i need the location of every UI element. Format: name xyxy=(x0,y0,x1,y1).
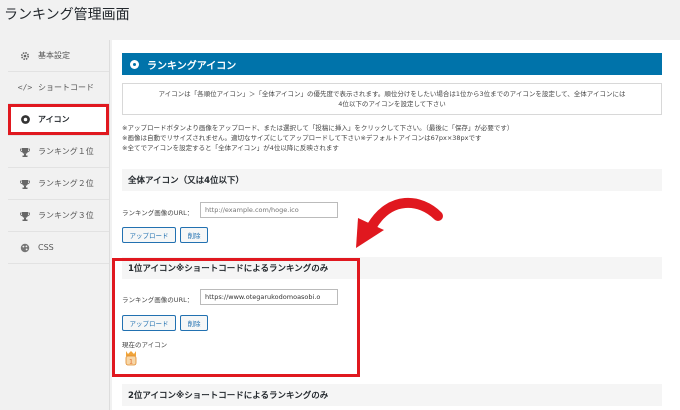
section-header: ランキングアイコン xyxy=(122,53,662,75)
note-line: ※アップロードボタンより画像をアップロード、または選択して「投稿に挿入」をクリッ… xyxy=(122,124,514,132)
sidebar-item-icon[interactable]: アイコン xyxy=(8,104,109,136)
gear-icon xyxy=(18,51,32,61)
annotation-arrow-icon xyxy=(356,198,443,248)
note-line: ※全てでアイコンを設定すると「全体アイコン」が4位以降に反映されます xyxy=(122,144,339,153)
url-label: ランキング画像のURL： xyxy=(122,209,194,217)
eye-icon xyxy=(130,59,139,69)
current-icon-label: 現在のアイコン xyxy=(122,341,168,349)
sidebar-item-label: ランキング１位 xyxy=(38,147,94,156)
upload-button[interactable]: アップロード xyxy=(122,227,176,243)
section-title-overall: 全体アイコン（又は4位以下） xyxy=(122,169,662,191)
notes: ※アップロードボタンより画像をアップロード、または選択して「投稿に挿入」をクリッ… xyxy=(122,123,513,153)
sidebar: 基本設定 </> ショートコード アイコン ランキング１位 ランキング２位 ラン… xyxy=(8,40,110,410)
trophy-icon xyxy=(18,147,32,157)
section-title-rank1: 1位アイコン※ショートコードによるランキングのみ xyxy=(122,257,662,279)
eye-icon xyxy=(18,114,32,125)
sidebar-item-label: ランキング３位 xyxy=(38,211,94,220)
trophy-icon xyxy=(18,179,32,189)
section-title-rank2: 2位アイコン※ショートコードによるランキングのみ xyxy=(122,384,662,406)
rank1-url-input[interactable] xyxy=(200,289,338,305)
delete-button[interactable]: 削除 xyxy=(180,227,208,243)
sidebar-item-label: アイコン xyxy=(38,115,70,124)
section-header-title: ランキングアイコン xyxy=(147,60,237,72)
sidebar-item-shortcode[interactable]: </> ショートコード xyxy=(8,72,109,104)
sidebar-item-ranking-1[interactable]: ランキング１位 xyxy=(8,136,109,168)
palette-icon xyxy=(18,243,32,253)
rank1-icon-preview: 1 xyxy=(125,351,137,366)
sidebar-item-label: ランキング２位 xyxy=(38,179,94,188)
sidebar-item-ranking-2[interactable]: ランキング２位 xyxy=(8,168,109,200)
delete-button[interactable]: 削除 xyxy=(180,315,208,331)
note-line: ※画像は自動でリサイズされません。適切なサイズにしてアップロードして下さい※デフ… xyxy=(122,134,482,143)
sidebar-item-label: ショートコード xyxy=(38,83,94,92)
sidebar-item-ranking-3[interactable]: ランキング３位 xyxy=(8,200,109,232)
trophy-icon xyxy=(18,211,32,221)
url-label: ランキング画像のURL： xyxy=(122,296,194,304)
code-icon: </> xyxy=(17,83,33,92)
upload-button[interactable]: アップロード xyxy=(122,315,176,331)
overall-url-input[interactable] xyxy=(200,202,338,218)
sidebar-item-css[interactable]: CSS xyxy=(8,232,109,264)
sidebar-item-label: 基本設定 xyxy=(38,51,70,60)
sidebar-item-label: CSS xyxy=(38,243,54,252)
info-line-1: アイコンは「各順位アイコン」＞「全体アイコン」の優先度で表示されます。順位分けを… xyxy=(158,90,626,98)
sidebar-item-basic-settings[interactable]: 基本設定 xyxy=(8,40,109,72)
info-box: アイコンは「各順位アイコン」＞「全体アイコン」の優先度で表示されます。順位分けを… xyxy=(122,83,662,115)
info-line-2: 4位以下のアイコンを設定して下さい xyxy=(338,100,446,109)
page-title: ランキング管理画面 xyxy=(4,7,130,23)
svg-text:1: 1 xyxy=(129,359,133,366)
